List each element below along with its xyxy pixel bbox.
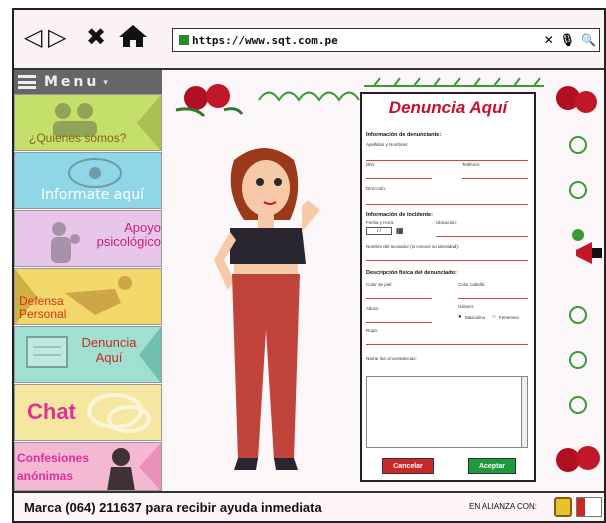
cancel-button[interactable]: Cancelar <box>382 458 434 474</box>
app-window: ◁ ▷ ✖ https://www.sqt.com.pe ✕ 🎙 🔍 Menu … <box>12 8 606 523</box>
calendar-icon[interactable]: ▦ <box>396 226 404 235</box>
label-masculino: Masculino <box>465 315 486 320</box>
label-apellidos: Apellidos y Nombres: <box>366 142 409 147</box>
woman-illustration <box>214 148 320 470</box>
anonymous-figure-icon <box>107 448 135 490</box>
vine-decoration-icon <box>258 91 360 102</box>
label-ubicacion: Ubicación: <box>436 220 458 225</box>
clear-url-icon[interactable]: ✕ <box>544 33 554 47</box>
home-icon[interactable] <box>118 24 148 53</box>
label-color-piel: Color de piel: <box>366 282 393 287</box>
input-nombre-agresor[interactable] <box>366 260 528 261</box>
sidebar: Menu ▾ ¿Quienes somos? Informate aquí Ap… <box>14 70 162 491</box>
url-text[interactable]: https://www.sqt.com.pe <box>192 34 541 47</box>
label-genero: Género: <box>458 304 475 309</box>
megaphone-icon <box>576 242 602 264</box>
main-content: Denuncia Aquí Información de denunciante… <box>164 70 604 491</box>
rose-decoration-icon <box>175 84 244 118</box>
document-icon <box>26 336 68 368</box>
label-nombre-agresor: Nombre del acosador (si conoce su identi… <box>366 244 460 249</box>
sidebar-item-denuncia[interactable]: Denuncia Aquí <box>14 326 162 383</box>
sidebar-item-label: ¿Quienes somos? <box>29 131 127 145</box>
alliance-label: EN ALIANZA CON: <box>469 502 538 511</box>
sidebar-item-chat[interactable]: Chat <box>14 384 162 441</box>
label-femenino: Femenino <box>499 315 520 320</box>
sidebar-item-label: Chat <box>27 399 76 424</box>
rose-decoration-icon <box>556 86 597 113</box>
comforting-figures-icon <box>51 222 80 263</box>
section-incident: Información de incidente: <box>366 212 433 218</box>
sidebar-item-label: Confesiones anónimas <box>17 451 90 483</box>
input-color-piel[interactable] <box>366 298 432 299</box>
chevron-left-icon <box>137 95 161 150</box>
input-color-cabello[interactable] <box>458 298 528 299</box>
sidebar-item-confesiones[interactable]: Confesiones anónimas <box>14 442 162 491</box>
back-arrow-icon[interactable]: ◁ <box>24 24 42 50</box>
menu-label: Menu <box>44 74 100 90</box>
browser-toolbar: ◁ ▷ ✖ https://www.sqt.com.pe ✕ 🎙 🔍 <box>14 10 604 70</box>
sidebar-item-apoyo[interactable]: Apoyo psicológico <box>14 210 162 267</box>
thinking-head-icon <box>68 158 122 188</box>
footer-bar: Marca (064) 211637 para recibir ayuda in… <box>14 491 604 521</box>
sidebar-item-label: Denuncia Aquí <box>81 335 137 365</box>
section-physical: Descripción física del denunciado: <box>366 270 457 276</box>
input-apellidos[interactable] <box>366 160 528 161</box>
label-color-cabello: Color cabello: <box>458 282 486 287</box>
chat-bubbles-icon <box>87 393 151 433</box>
input-telefono[interactable] <box>462 178 528 179</box>
label-altura: Altura: <box>366 306 380 311</box>
partner-logo-shield <box>554 497 572 517</box>
sidebar-item-label: Apoyo psicológico <box>96 220 161 249</box>
sidebar-item-informate[interactable]: Informate aquí <box>14 152 162 209</box>
radio-femenino[interactable]: ○ <box>492 314 496 320</box>
label-fecha: Fecha y Hora: <box>366 220 395 225</box>
partner-logo-government <box>576 497 602 517</box>
date-input[interactable]: / / <box>366 227 392 235</box>
menu-header[interactable]: Menu ▾ <box>14 70 162 94</box>
vine-side-decoration-icon <box>569 136 587 414</box>
complaint-form: Denuncia Aquí Información de denunciante… <box>360 92 536 482</box>
secure-icon <box>179 35 189 45</box>
form-title: Denuncia Aquí <box>388 98 508 117</box>
input-dni[interactable] <box>366 178 432 179</box>
forward-arrow-icon[interactable]: ▷ <box>48 24 66 50</box>
radio-masculino[interactable]: ● <box>458 314 462 320</box>
sidebar-item-label: Informate aquí <box>41 187 145 203</box>
vine-border-icon <box>364 77 544 87</box>
label-dni: DNI: <box>366 162 375 167</box>
circumstances-textarea[interactable] <box>366 376 528 448</box>
chevron-left-icon <box>139 443 161 490</box>
sidebar-item-quienes-somos[interactable]: ¿Quienes somos? <box>14 94 162 151</box>
label-direccion: Dirección: <box>366 186 387 191</box>
sidebar-item-label: Defensa Personal <box>19 294 67 321</box>
chevron-left-icon <box>139 327 161 382</box>
input-direccion[interactable] <box>366 204 528 205</box>
label-narrar: Narrar las circunstancias: <box>366 356 417 361</box>
section-complainant: Información de denunciante: <box>366 132 442 138</box>
input-altura[interactable] <box>366 322 432 323</box>
address-bar[interactable]: https://www.sqt.com.pe ✕ 🎙 🔍 <box>172 28 600 52</box>
label-telefono: Teléfono: <box>462 162 481 167</box>
sidebar-item-defensa[interactable]: Defensa Personal <box>14 268 162 325</box>
close-icon[interactable]: ✖ <box>86 24 106 50</box>
hamburger-icon[interactable] <box>18 75 36 89</box>
input-ropa[interactable] <box>366 344 528 345</box>
input-ubicacion[interactable] <box>436 236 528 237</box>
search-icon[interactable]: 🔍 <box>581 33 596 47</box>
chevron-down-icon: ▾ <box>103 76 108 87</box>
textarea-scrollbar[interactable] <box>521 377 527 447</box>
accept-button[interactable]: Aceptar <box>468 458 516 474</box>
microphone-icon[interactable]: 🎙 <box>560 33 575 47</box>
label-ropa: Ropa: <box>366 328 379 333</box>
emergency-phone-text: Marca (064) 211637 para recibir ayuda in… <box>24 499 322 515</box>
rose-decoration-icon <box>556 446 600 472</box>
